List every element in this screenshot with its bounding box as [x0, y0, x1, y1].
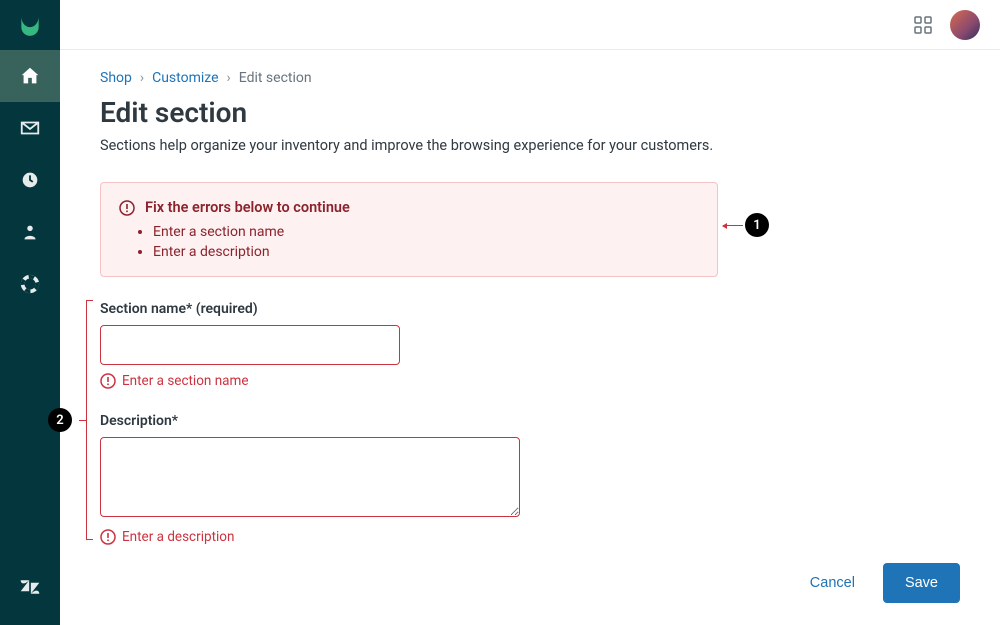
annotation-bubble: 1 — [745, 213, 769, 237]
main: Shop › Customize › Edit section Edit sec… — [60, 0, 1000, 625]
save-button[interactable]: Save — [883, 563, 960, 603]
label-description: Description* — [100, 413, 960, 429]
mail-icon — [19, 117, 41, 139]
breadcrumb: Shop › Customize › Edit section — [100, 70, 960, 86]
home-icon — [19, 65, 41, 87]
annotation-marker-2: 2 — [48, 408, 72, 432]
input-description[interactable] — [100, 437, 520, 517]
breadcrumb-customize[interactable]: Customize — [152, 70, 218, 86]
sidebar — [0, 0, 60, 625]
nav-clock[interactable] — [0, 154, 60, 206]
error-description: Enter a description — [122, 529, 234, 545]
chevron-right-icon: › — [140, 70, 144, 86]
page-subtitle: Sections help organize your inventory an… — [100, 137, 960, 154]
user-icon — [19, 221, 41, 243]
nav-zendesk[interactable] — [0, 561, 60, 613]
annotation-marker-1: 1 — [723, 213, 769, 237]
logo — [0, 0, 60, 50]
alert-title: Fix the errors below to continue — [145, 199, 350, 216]
topbar — [60, 0, 1000, 50]
field-description: Description* Enter a description — [100, 413, 960, 545]
alert-icon — [119, 200, 135, 216]
field-section-name: Section name* (required) Enter a section… — [100, 301, 960, 389]
annotation-bracket — [86, 300, 87, 540]
error-alert: Fix the errors below to continue Enter a… — [100, 182, 718, 277]
nav-mail[interactable] — [0, 102, 60, 154]
avatar[interactable] — [950, 10, 980, 40]
input-section-name[interactable] — [100, 325, 400, 365]
chevron-right-icon: › — [227, 70, 231, 86]
alert-item: Enter a section name — [153, 224, 699, 240]
breadcrumb-shop[interactable]: Shop — [100, 70, 132, 86]
breadcrumb-current: Edit section — [239, 70, 312, 86]
alert-icon — [100, 529, 116, 545]
clock-icon — [19, 169, 41, 191]
footer-actions: Cancel Save — [806, 563, 960, 603]
content: Shop › Customize › Edit section Edit sec… — [60, 50, 1000, 625]
nav-home[interactable] — [0, 50, 60, 102]
error-section-name: Enter a section name — [122, 373, 249, 389]
apps-icon[interactable] — [914, 16, 932, 34]
zendesk-icon — [19, 576, 41, 598]
nav-help[interactable] — [0, 258, 60, 310]
app-logo-icon — [17, 12, 43, 38]
alert-item: Enter a description — [153, 244, 699, 260]
cancel-button[interactable]: Cancel — [806, 565, 859, 601]
label-section-name: Section name* (required) — [100, 301, 960, 317]
annotation-bubble: 2 — [48, 408, 72, 432]
alert-icon — [100, 373, 116, 389]
lifebuoy-icon — [19, 273, 41, 295]
page-title: Edit section — [100, 96, 960, 129]
nav-user[interactable] — [0, 206, 60, 258]
